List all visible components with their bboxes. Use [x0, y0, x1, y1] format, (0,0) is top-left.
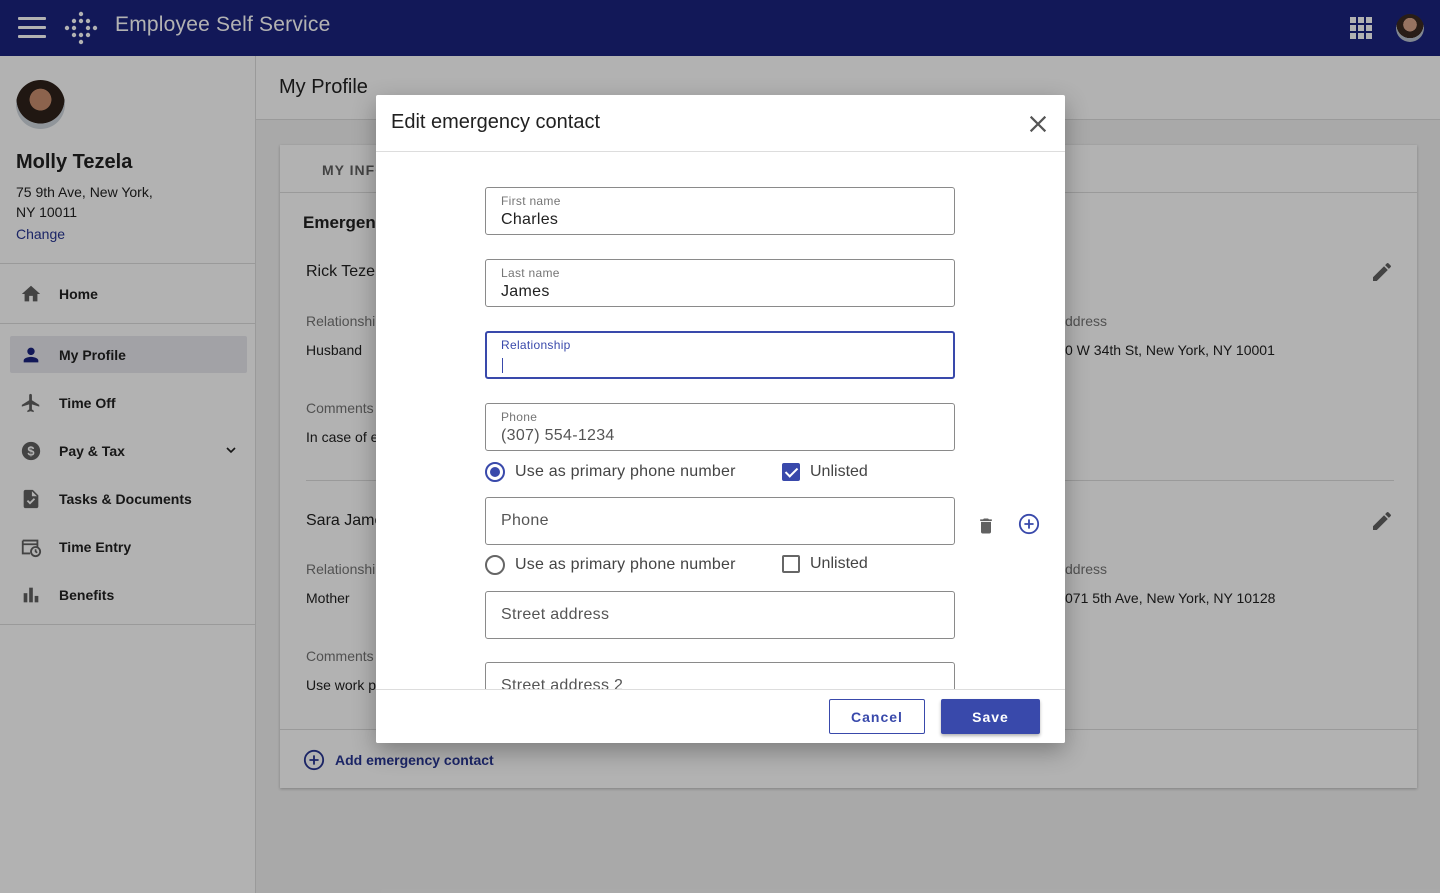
unlisted-option[interactable]: Unlisted [782, 461, 868, 483]
dialog-body: First name Charles Last name James Relat… [376, 152, 1065, 689]
unlisted-option[interactable]: Unlisted [782, 553, 868, 575]
text-caret [502, 358, 503, 373]
dialog-title: Edit emergency contact [391, 111, 600, 133]
street-address-field[interactable]: Street address [485, 591, 955, 639]
save-button[interactable]: Save [941, 699, 1040, 734]
unlisted-checkbox[interactable] [782, 555, 800, 573]
field-value: Charles [501, 211, 559, 228]
field-label: Phone [501, 410, 538, 424]
edit-emergency-contact-dialog: Edit emergency contact First name Charle… [376, 95, 1065, 743]
field-label: Last name [501, 266, 560, 280]
unlisted-label: Unlisted [810, 463, 868, 480]
phone-field-2[interactable]: Phone [485, 497, 955, 545]
primary-phone-label: Use as primary phone number [515, 463, 736, 480]
add-circle-icon[interactable] [1018, 513, 1040, 535]
street-address-2-field[interactable]: Street address 2 [485, 662, 955, 689]
field-label: Relationship [501, 338, 571, 352]
primary-phone-label: Use as primary phone number [515, 556, 736, 573]
cancel-button[interactable]: Cancel [829, 699, 925, 734]
close-icon[interactable] [1027, 113, 1049, 135]
dialog-footer: Cancel Save [376, 689, 1065, 743]
field-placeholder: Street address 2 [501, 677, 624, 689]
primary-phone-option[interactable]: Use as primary phone number [485, 461, 736, 483]
field-value: (307) 554-1234 [501, 427, 615, 444]
trash-icon[interactable] [976, 515, 996, 537]
primary-phone-radio[interactable] [485, 462, 505, 482]
first-name-field[interactable]: First name Charles [485, 187, 955, 235]
unlisted-checkbox[interactable] [782, 463, 800, 481]
primary-phone-option[interactable]: Use as primary phone number [485, 554, 736, 576]
field-value: James [501, 283, 550, 300]
dialog-header: Edit emergency contact [376, 95, 1065, 152]
last-name-field[interactable]: Last name James [485, 259, 955, 307]
field-label: First name [501, 194, 561, 208]
unlisted-label: Unlisted [810, 555, 868, 572]
field-placeholder: Phone [501, 512, 549, 529]
primary-phone-radio[interactable] [485, 555, 505, 575]
phone-field[interactable]: Phone (307) 554-1234 [485, 403, 955, 451]
field-placeholder: Street address [501, 606, 610, 623]
relationship-field[interactable]: Relationship [485, 331, 955, 379]
